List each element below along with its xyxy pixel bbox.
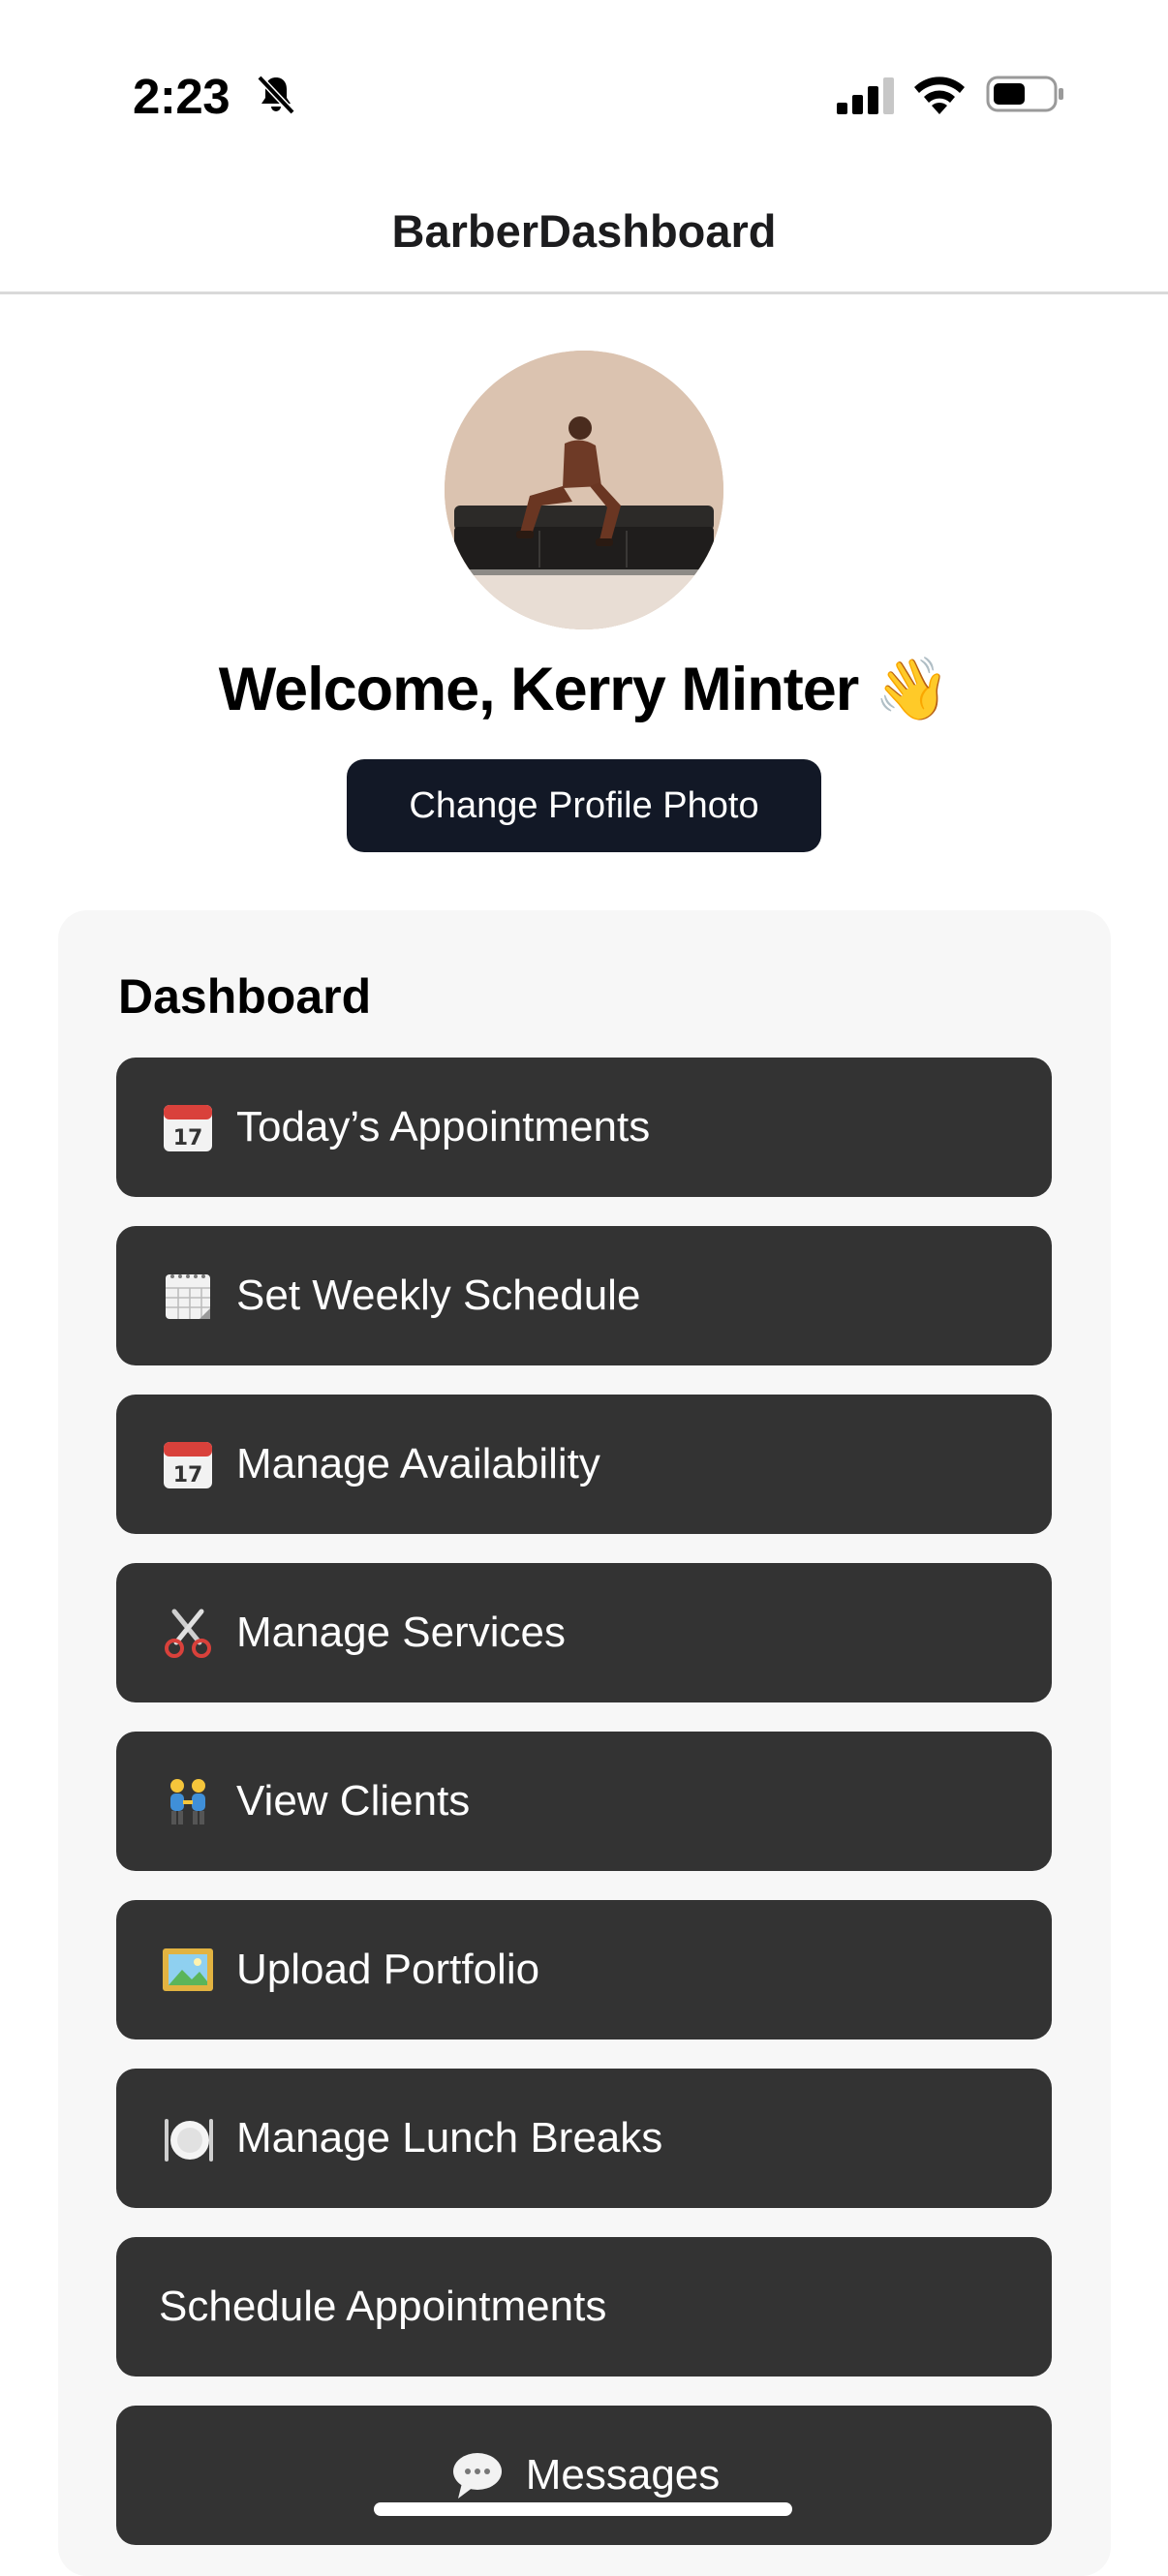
menu-item-label: Manage Lunch Breaks [236,2114,663,2162]
battery-icon [986,76,1063,112]
people-holding-hands-icon [159,1772,217,1830]
menu-item-label: Schedule Appointments [159,2283,607,2330]
menu-item-label: Manage Availability [236,1440,600,1487]
scissors-icon [159,1604,217,1662]
svg-text:17: 17 [173,1126,203,1150]
wifi-icon [914,77,965,114]
home-indicator[interactable] [374,2502,792,2516]
change-profile-photo-button[interactable]: Change Profile Photo [347,759,821,852]
messages-button[interactable]: Messages [116,2406,1052,2545]
plate-cutlery-icon [159,2109,217,2167]
view-clients-button[interactable]: View Clients [116,1732,1052,1871]
status-bar: 2:23 [0,0,1168,174]
svg-text:17: 17 [173,1463,203,1487]
calendar-icon: 17 [159,1098,217,1156]
menu-item-label: Messages [525,2451,721,2499]
status-time: 2:23 [133,69,231,124]
manage-availability-button[interactable]: 17 Manage Availability [116,1395,1052,1534]
profile-photo [445,351,723,629]
menu-item-label: Today’s Appointments [236,1103,651,1150]
avatar [445,351,723,629]
upload-portfolio-button[interactable]: Upload Portfolio [116,1900,1052,2039]
menu-item-label: Set Weekly Schedule [236,1272,641,1319]
nav-header: BarberDashboard [0,174,1168,294]
schedule-appointments-button[interactable]: Schedule Appointments [116,2237,1052,2377]
framed-picture-icon [159,1941,217,1999]
page-title: BarberDashboard [391,205,777,257]
spiral-calendar-icon [159,1267,217,1325]
set-weekly-schedule-button[interactable]: Set Weekly Schedule [116,1226,1052,1365]
speech-bubble-icon [448,2446,507,2504]
menu-item-label: View Clients [236,1777,471,1825]
dashboard-heading: Dashboard [118,969,372,1024]
menu-item-label: Manage Services [236,1609,566,1656]
menu-item-label: Upload Portfolio [236,1946,540,1993]
welcome-heading: Welcome, Kerry Minter 👋 [218,656,951,723]
manage-lunch-breaks-button[interactable]: Manage Lunch Breaks [116,2069,1052,2208]
cellular-signal-icon [837,77,894,114]
manage-services-button[interactable]: Manage Services [116,1563,1052,1702]
bell-slash-icon [257,75,295,115]
calendar-icon: 17 [159,1435,217,1493]
todays-appointments-button[interactable]: 17 Today’s Appointments [116,1058,1052,1197]
